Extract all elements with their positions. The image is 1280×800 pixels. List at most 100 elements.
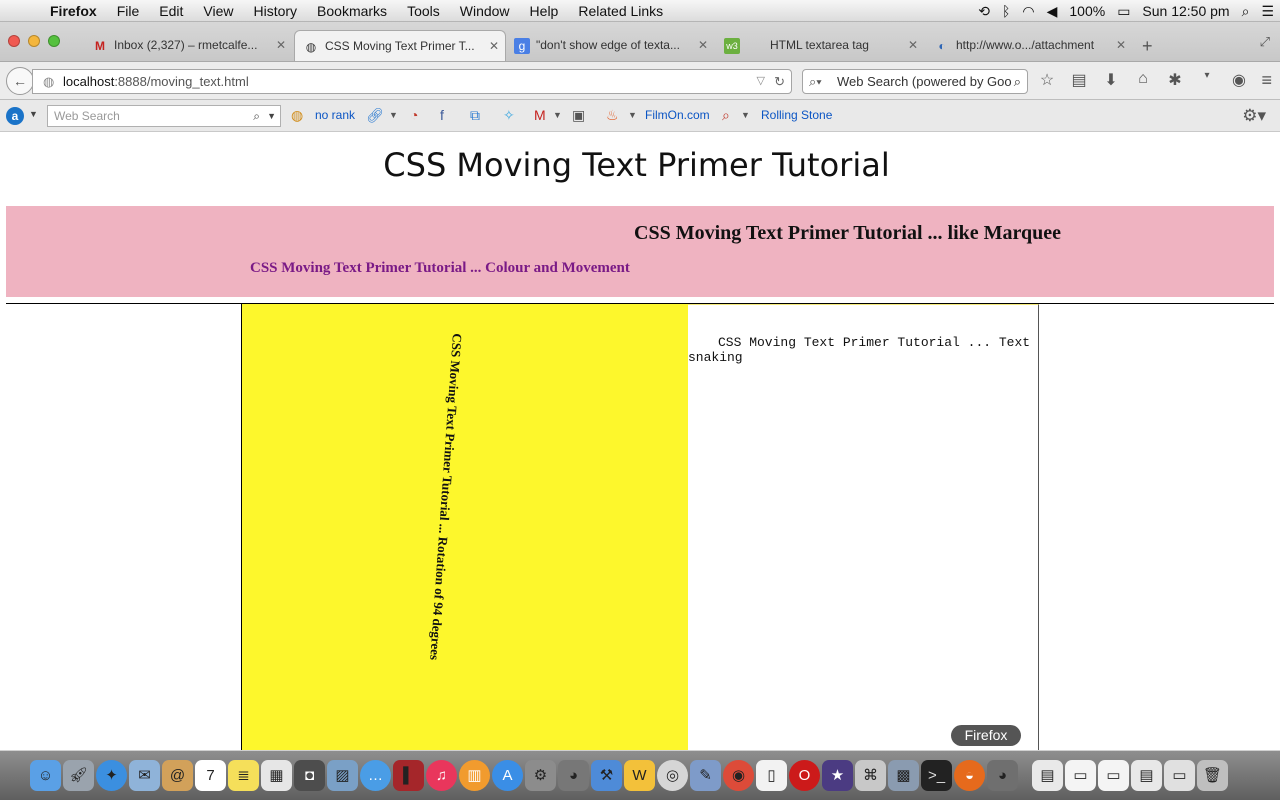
- new-tab-button[interactable]: +: [1142, 36, 1153, 57]
- toolbar-search-icon[interactable]: ⌕: [253, 106, 260, 126]
- menu-view[interactable]: View: [193, 3, 243, 19]
- url-history-dropdown-icon[interactable]: ▽: [757, 70, 765, 93]
- notification-center-icon[interactable]: ☰: [1255, 3, 1280, 20]
- photos-icon[interactable]: ▦: [261, 760, 292, 791]
- menu-window[interactable]: Window: [450, 3, 520, 19]
- url-bar[interactable]: ◍ localhost:8888/moving_text.html ▽ ↻: [32, 69, 792, 94]
- fire-icon[interactable]: ♨: [606, 107, 619, 124]
- reload-icon[interactable]: ↻: [774, 70, 785, 93]
- calendar-icon[interactable]: 7: [195, 760, 226, 791]
- tab-html-textarea[interactable]: w3 HTML textarea tag ✕: [716, 30, 924, 61]
- downloads-stack-icon[interactable]: ▤: [1032, 760, 1063, 791]
- timer-icon[interactable]: ◔: [410, 107, 418, 123]
- disk-utility-icon[interactable]: ◎: [657, 760, 688, 791]
- gmail-notifier-icon[interactable]: M: [534, 107, 546, 123]
- gimp-icon[interactable]: ◕: [558, 760, 589, 791]
- ask-logo-icon[interactable]: a: [6, 107, 24, 125]
- tab-inbox[interactable]: M Inbox (2,327) – rmetcalfe... ✕: [84, 30, 292, 61]
- terminal-icon[interactable]: >_: [921, 760, 952, 791]
- xcode-icon[interactable]: ⚒: [591, 760, 622, 791]
- archive-utility-icon[interactable]: ⌘: [855, 760, 886, 791]
- safari-icon[interactable]: ✦: [96, 760, 127, 791]
- document-stack-icon[interactable]: ▭: [1098, 760, 1129, 791]
- gmail-dropdown-icon[interactable]: ▼: [553, 110, 562, 120]
- minimize-window-button[interactable]: [28, 35, 40, 47]
- search-icon[interactable]: ⌕: [1014, 70, 1021, 93]
- gimp-dock-icon[interactable]: ◕: [987, 760, 1018, 791]
- launchpad-icon[interactable]: 🚀︎: [63, 760, 94, 791]
- toolbar-search-dropdown-icon[interactable]: ▼: [267, 106, 276, 126]
- zoom-window-button[interactable]: [48, 35, 60, 47]
- fullscreen-icon[interactable]: ⤢: [1260, 34, 1270, 50]
- menu-edit[interactable]: Edit: [149, 3, 193, 19]
- battery-icon[interactable]: ▭: [1111, 3, 1136, 20]
- close-tab-icon[interactable]: ✕: [698, 30, 708, 61]
- ask-dropdown-icon[interactable]: ▼: [29, 109, 38, 119]
- screenshot-stack-icon[interactable]: ▭: [1065, 760, 1096, 791]
- imovie-icon[interactable]: ★: [822, 760, 853, 791]
- ibooks-icon[interactable]: ▥: [459, 760, 490, 791]
- reading-list-icon[interactable]: ▤: [1068, 70, 1090, 90]
- contact-card-icon[interactable]: ▣: [572, 107, 585, 124]
- folder-stack-icon[interactable]: ▭: [1164, 760, 1195, 791]
- link-icon[interactable]: 🔗︎: [366, 107, 384, 124]
- rolling-stone-link[interactable]: Rolling Stone: [761, 108, 832, 122]
- wordpress-icon[interactable]: W: [624, 760, 655, 791]
- toolbar-search-field[interactable]: Web Search ⌕ ▼: [47, 105, 281, 127]
- search-tool-dropdown-icon[interactable]: ▼: [741, 110, 750, 120]
- notes-icon[interactable]: ≣: [228, 760, 259, 791]
- bookmark-star-icon[interactable]: ☆: [1036, 70, 1058, 90]
- photo-booth-icon[interactable]: ▌: [393, 760, 424, 791]
- clock[interactable]: Sun 12:50 pm: [1136, 3, 1235, 19]
- app-store-icon[interactable]: A: [492, 760, 523, 791]
- facebook-share-icon[interactable]: f: [440, 107, 444, 123]
- filmon-link[interactable]: FilmOn.com: [645, 108, 710, 122]
- tab-css-moving-text[interactable]: ◍ CSS Moving Text Primer T... ✕: [294, 30, 506, 61]
- menu-app-name[interactable]: Firefox: [40, 3, 107, 19]
- addon-icon[interactable]: ✱: [1164, 70, 1186, 90]
- time-machine-icon[interactable]: ⟲: [972, 3, 996, 20]
- contacts-icon[interactable]: @: [162, 760, 193, 791]
- gear-icon[interactable]: ⚙▾: [1242, 106, 1266, 126]
- preview-icon[interactable]: ▨: [327, 760, 358, 791]
- document-icon[interactable]: ▯: [756, 760, 787, 791]
- sync-icon[interactable]: ◉: [1228, 70, 1250, 90]
- bluetooth-icon[interactable]: ᛒ: [996, 3, 1016, 19]
- messages-icon[interactable]: …: [360, 760, 391, 791]
- menu-related-links[interactable]: Related Links: [568, 3, 673, 19]
- site-identity-icon[interactable]: ◍: [43, 70, 54, 93]
- downloads-icon[interactable]: ⬇: [1100, 70, 1122, 90]
- hamburger-menu-icon[interactable]: ≡: [1261, 70, 1272, 91]
- search-engine-icon[interactable]: ⌕▾: [809, 70, 822, 93]
- itunes-icon[interactable]: ♫: [426, 760, 457, 791]
- close-tab-icon[interactable]: ✕: [1116, 30, 1126, 61]
- home-icon[interactable]: ⌂: [1132, 70, 1154, 90]
- menu-tools[interactable]: Tools: [397, 3, 450, 19]
- opera-icon[interactable]: O: [789, 760, 820, 791]
- firefox-icon[interactable]: ◒: [954, 760, 985, 791]
- web-search-field[interactable]: ⌕▾ Web Search (powered by Goo ⌕: [802, 69, 1028, 94]
- close-tab-icon[interactable]: ✕: [908, 30, 918, 61]
- tab-attachment[interactable]: ◐ http://www.o.../attachment ✕: [926, 30, 1132, 61]
- menu-help[interactable]: Help: [520, 3, 569, 19]
- spotlight-icon[interactable]: ⌕: [1236, 3, 1256, 20]
- wifi-icon[interactable]: ◠: [1016, 3, 1040, 20]
- menu-bookmarks[interactable]: Bookmarks: [307, 3, 397, 19]
- menu-file[interactable]: File: [107, 3, 150, 19]
- trash-icon[interactable]: 🗑︎: [1197, 760, 1228, 791]
- close-tab-icon[interactable]: ✕: [276, 30, 286, 61]
- link-dropdown-icon[interactable]: ▼: [389, 110, 398, 120]
- menu-history[interactable]: History: [243, 3, 307, 19]
- volume-icon[interactable]: ◀: [1041, 3, 1064, 20]
- script-editor-icon[interactable]: ✎: [690, 760, 721, 791]
- mail-stamp-icon[interactable]: ✉: [129, 760, 160, 791]
- close-tab-icon[interactable]: ✕: [489, 31, 499, 61]
- pagerank-globe-icon[interactable]: ◍: [291, 107, 303, 124]
- chrome-icon[interactable]: ◉: [723, 760, 754, 791]
- back-button[interactable]: ←: [6, 67, 34, 95]
- tab-google-search[interactable]: g "don't show edge of texta... ✕: [506, 30, 714, 61]
- fire-dropdown-icon[interactable]: ▼: [628, 110, 637, 120]
- pagerank-label[interactable]: no rank: [315, 108, 355, 122]
- image-capture-icon[interactable]: ▩: [888, 760, 919, 791]
- close-window-button[interactable]: [8, 35, 20, 47]
